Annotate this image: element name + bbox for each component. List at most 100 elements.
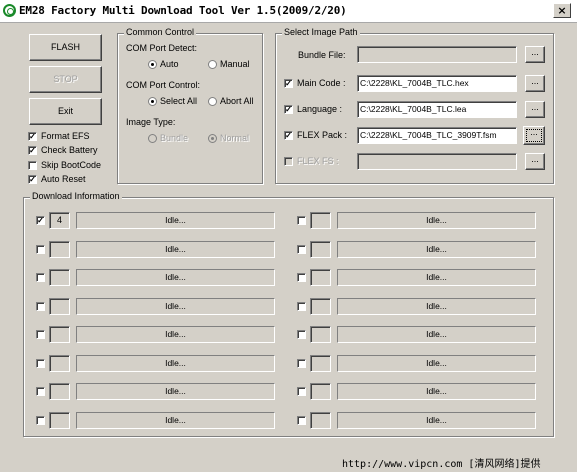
select-image-path-title: Select Image Path <box>282 27 360 37</box>
port-number <box>310 298 331 315</box>
main-code-checkbox[interactable]: ✓ <box>284 79 293 88</box>
port-number <box>49 355 70 372</box>
port-number <box>310 212 331 229</box>
port-checkbox[interactable] <box>297 302 306 311</box>
port-status-bar: Idle... <box>76 269 275 286</box>
port-status-bar: Idle... <box>337 355 536 372</box>
flex-fs-checkbox[interactable] <box>284 157 293 166</box>
detect-manual-label: Manual <box>220 59 250 69</box>
flex-fs-label: FLEX FS : <box>297 156 339 166</box>
port-status-bar: Idle... <box>76 383 275 400</box>
bundle-browse-button[interactable]: ... <box>525 46 545 63</box>
com-port-control-label: COM Port Control: <box>126 80 201 90</box>
download-information-group: Download Information <box>23 191 554 437</box>
flex-pack-browse-button[interactable]: ... <box>523 126 545 145</box>
port-checkbox[interactable] <box>297 273 306 282</box>
port-checkbox[interactable] <box>36 416 45 425</box>
port-checkbox[interactable] <box>297 359 306 368</box>
flex-pack-field[interactable]: C:\2228\KL_7004B_TLC_3909T.fsm <box>357 127 517 144</box>
port-checkbox[interactable] <box>36 302 45 311</box>
port-number <box>310 326 331 343</box>
port-status-bar: Idle... <box>337 269 536 286</box>
port-status-bar: Idle... <box>76 212 275 229</box>
bundle-file-field[interactable] <box>357 46 517 63</box>
port-status-bar: Idle... <box>337 298 536 315</box>
port-status-bar: Idle... <box>76 298 275 315</box>
port-number <box>310 355 331 372</box>
watermark-text: http://www.vipcn.com [清风网络]提供 <box>342 459 541 470</box>
port-checkbox[interactable] <box>297 416 306 425</box>
port-checkbox[interactable] <box>36 330 45 339</box>
skip-bootcode-checkbox[interactable] <box>28 161 37 170</box>
port-number <box>49 326 70 343</box>
port-status-bar: Idle... <box>76 326 275 343</box>
port-checkbox[interactable] <box>297 330 306 339</box>
check-battery-checkbox[interactable]: ✓ <box>28 146 37 155</box>
port-status-bar: Idle... <box>337 212 536 229</box>
port-checkbox[interactable] <box>297 216 306 225</box>
flex-pack-label: FLEX Pack : <box>297 130 348 140</box>
port-checkbox[interactable] <box>297 387 306 396</box>
skip-bootcode-label: Skip BootCode <box>41 160 102 170</box>
port-status-bar: Idle... <box>76 355 275 372</box>
control-select-all-label: Select All <box>160 96 198 106</box>
main-code-browse-button[interactable]: ... <box>525 75 545 92</box>
port-checkbox[interactable] <box>297 245 306 254</box>
port-checkbox[interactable]: ✓ <box>36 216 45 225</box>
detect-auto-radio[interactable] <box>148 60 157 69</box>
control-abort-all-radio[interactable] <box>208 97 217 106</box>
port-number: 4 <box>49 212 70 229</box>
format-efs-checkbox[interactable]: ✓ <box>28 132 37 141</box>
common-control-group: Common Control <box>117 27 263 184</box>
port-number <box>310 269 331 286</box>
bundle-file-label: Bundle File: <box>298 50 346 60</box>
check-battery-label: Check Battery <box>41 145 98 155</box>
format-efs-label: Format EFS <box>41 131 90 141</box>
exit-button[interactable]: Exit <box>29 98 102 125</box>
port-checkbox[interactable] <box>36 359 45 368</box>
language-browse-button[interactable]: ... <box>525 101 545 118</box>
main-code-label: Main Code : <box>297 78 346 88</box>
detect-manual-radio[interactable] <box>208 60 217 69</box>
auto-reset-label: Auto Reset <box>41 174 86 184</box>
title-bar[interactable]: EM28 Factory Multi Download Tool Ver 1.5… <box>0 0 577 23</box>
port-number <box>310 241 331 258</box>
port-number <box>49 298 70 315</box>
port-checkbox[interactable] <box>36 245 45 254</box>
detect-auto-label: Auto <box>160 59 179 69</box>
app-logo-icon <box>3 4 16 17</box>
type-bundle-radio[interactable] <box>148 134 157 143</box>
type-normal-label: Normal <box>220 133 250 143</box>
port-number <box>49 383 70 400</box>
port-checkbox[interactable] <box>36 273 45 282</box>
port-status-bar: Idle... <box>337 383 536 400</box>
port-number <box>49 412 70 429</box>
image-type-label: Image Type: <box>126 117 176 127</box>
port-status-bar: Idle... <box>76 241 275 258</box>
port-checkbox[interactable] <box>36 387 45 396</box>
port-status-bar: Idle... <box>337 326 536 343</box>
type-normal-radio[interactable] <box>208 134 217 143</box>
stop-button[interactable]: STOP <box>29 66 102 93</box>
language-field[interactable]: C:\2228\KL_7004B_TLC.lea <box>357 101 517 118</box>
flex-fs-browse-button[interactable]: ... <box>525 153 545 170</box>
flash-button[interactable]: FLASH <box>29 34 102 61</box>
common-control-title: Common Control <box>124 27 197 37</box>
port-number <box>310 383 331 400</box>
close-button[interactable]: × <box>553 3 571 18</box>
window-title: EM28 Factory Multi Download Tool Ver 1.5… <box>19 4 347 17</box>
language-checkbox[interactable]: ✓ <box>284 105 293 114</box>
port-number <box>49 269 70 286</box>
control-abort-all-label: Abort All <box>220 96 254 106</box>
com-port-detect-label: COM Port Detect: <box>126 43 198 53</box>
port-number <box>310 412 331 429</box>
flex-fs-field[interactable] <box>357 153 517 170</box>
port-status-bar: Idle... <box>76 412 275 429</box>
download-information-title: Download Information <box>30 191 122 201</box>
language-label: Language : <box>297 104 343 114</box>
main-code-field[interactable]: C:\2228\KL_7004B_TLC.hex <box>357 75 517 92</box>
port-status-bar: Idle... <box>337 412 536 429</box>
control-select-all-radio[interactable] <box>148 97 157 106</box>
flex-pack-checkbox[interactable]: ✓ <box>284 131 293 140</box>
auto-reset-checkbox[interactable]: ✓ <box>28 175 37 184</box>
